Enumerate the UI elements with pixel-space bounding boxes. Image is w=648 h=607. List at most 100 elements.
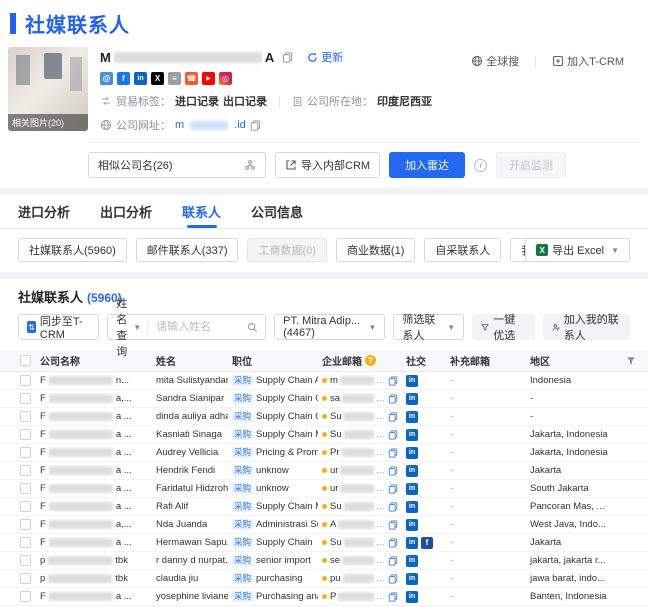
- row-checkbox[interactable]: [19, 411, 31, 422]
- tab-company-info[interactable]: 公司信息: [251, 195, 303, 228]
- global-search-link[interactable]: 全球搜: [471, 53, 519, 69]
- linkedin-icon[interactable]: in: [134, 72, 147, 85]
- blog-icon[interactable]: ≡: [168, 72, 181, 85]
- row-checkbox[interactable]: [19, 375, 31, 386]
- import-records-link[interactable]: 进口记录: [175, 93, 219, 109]
- cell-email: ur …: [318, 483, 402, 494]
- one-click-optimize-button[interactable]: 一键优选: [472, 314, 535, 342]
- copy-icon[interactable]: [250, 119, 261, 131]
- cell-extra-email: -: [450, 375, 454, 386]
- company-photo[interactable]: 相关图片(20): [8, 47, 88, 131]
- cell-company: F a ...: [40, 411, 132, 422]
- copy-icon[interactable]: [388, 591, 398, 602]
- website-link-suffix[interactable]: .id: [234, 119, 246, 131]
- divider: [279, 95, 280, 107]
- cell-social: in: [402, 464, 446, 477]
- website-row: 公司网址： m .id: [100, 117, 640, 133]
- funnel-check-icon: [481, 323, 489, 331]
- website-link-prefix[interactable]: m: [175, 119, 184, 131]
- row-checkbox[interactable]: [19, 537, 31, 548]
- company-filter-select[interactable]: PT. Mitra Adip...(4467) ▼: [274, 314, 386, 340]
- table-row: F a ... yosephine liviane 采购 Purchasing …: [0, 588, 648, 606]
- facebook-icon[interactable]: f: [421, 536, 433, 549]
- linkedin-icon[interactable]: in: [406, 590, 418, 603]
- contact-filter-select[interactable]: 筛选联系人 ▼: [393, 314, 465, 342]
- cell-social: in: [402, 374, 446, 387]
- linkedin-icon[interactable]: in: [406, 410, 418, 423]
- procurement-badge: 采购: [232, 411, 254, 422]
- linkedin-icon[interactable]: in: [406, 536, 418, 549]
- copy-icon[interactable]: [388, 447, 398, 458]
- facebook-icon[interactable]: f: [117, 72, 130, 85]
- row-checkbox[interactable]: [19, 555, 31, 566]
- import-crm-button[interactable]: 导入内部CRM: [275, 152, 381, 178]
- linkedin-icon[interactable]: in: [406, 374, 418, 387]
- cell-title: 采购 Supply Chain Assistant Man...: [232, 375, 318, 386]
- join-tcrm-link[interactable]: 加入T-CRM: [552, 53, 624, 69]
- row-checkbox[interactable]: [19, 465, 31, 476]
- row-checkbox[interactable]: [19, 483, 31, 494]
- copy-icon[interactable]: [388, 573, 398, 584]
- copy-icon[interactable]: [388, 393, 398, 404]
- row-checkbox[interactable]: [19, 393, 31, 404]
- copy-icon[interactable]: [282, 51, 293, 63]
- refresh-button[interactable]: 更新: [307, 49, 343, 65]
- x-icon[interactable]: X: [151, 72, 164, 85]
- row-checkbox[interactable]: [19, 573, 31, 584]
- linkedin-icon[interactable]: in: [406, 392, 418, 405]
- linkedin-icon[interactable]: in: [406, 428, 418, 441]
- chip-self-collected[interactable]: 自采联系人: [424, 238, 502, 262]
- linkedin-icon[interactable]: in: [406, 446, 418, 459]
- add-my-contacts-button[interactable]: 加入我的联系人: [542, 314, 630, 342]
- row-checkbox[interactable]: [19, 429, 31, 440]
- linkedin-icon[interactable]: in: [406, 572, 418, 585]
- copy-icon[interactable]: [388, 465, 398, 476]
- tab-import-analysis[interactable]: 进口分析: [18, 195, 70, 228]
- chip-social-contacts[interactable]: 社媒联系人(5960): [18, 238, 127, 262]
- copy-icon[interactable]: [388, 501, 398, 512]
- chip-commercial-data[interactable]: 商业数据(1): [335, 238, 416, 262]
- name-search-input[interactable]: [148, 321, 241, 333]
- linkedin-icon[interactable]: in: [406, 482, 418, 495]
- copy-icon[interactable]: [388, 519, 398, 530]
- location-value: 印度尼西亚: [377, 96, 432, 108]
- export-records-link[interactable]: 出口记录: [223, 93, 267, 109]
- row-checkbox[interactable]: [19, 519, 31, 530]
- trade-tag-icon: [102, 97, 110, 105]
- title-accent-bar: [10, 13, 16, 34]
- help-icon[interactable]: ?: [365, 355, 376, 366]
- sync-tcrm-button[interactable]: ⇅ 同步至T-CRM: [18, 314, 100, 341]
- filter-funnel-icon[interactable]: [626, 356, 636, 366]
- add-radar-button[interactable]: 加入雷达: [389, 152, 466, 178]
- copy-icon[interactable]: [388, 483, 398, 494]
- linkedin-icon[interactable]: in: [406, 500, 418, 513]
- tab-export-analysis[interactable]: 出口分析: [100, 195, 152, 228]
- procurement-badge: 采购: [232, 483, 254, 494]
- linkedin-icon[interactable]: in: [406, 554, 418, 567]
- instagram-icon[interactable]: ◎: [219, 72, 232, 85]
- linkedin-icon[interactable]: in: [406, 464, 418, 477]
- linkedin-icon[interactable]: in: [406, 518, 418, 531]
- copy-icon[interactable]: [388, 537, 398, 548]
- chip-email-contacts[interactable]: 邮件联系人(337): [135, 238, 239, 262]
- website-icon[interactable]: @: [100, 72, 113, 85]
- copy-icon[interactable]: [388, 375, 398, 386]
- email-redacted: [338, 592, 374, 601]
- select-all-checkbox[interactable]: [19, 355, 31, 366]
- youtube-icon[interactable]: ▶: [202, 72, 215, 85]
- info-icon[interactable]: i: [474, 158, 488, 172]
- row-checkbox[interactable]: [19, 591, 31, 602]
- copy-icon[interactable]: [388, 411, 398, 422]
- export-excel-button[interactable]: X 导出 Excel ▼: [525, 238, 630, 262]
- copy-icon[interactable]: [388, 429, 398, 440]
- globe-icon: [100, 119, 112, 131]
- cell-company: F a ...: [40, 465, 132, 476]
- search-icon[interactable]: [240, 322, 265, 333]
- row-checkbox[interactable]: [19, 447, 31, 458]
- similar-companies-button[interactable]: 相似公司名(26): [88, 152, 266, 178]
- copy-icon[interactable]: [388, 555, 398, 566]
- name-query-select[interactable]: 姓名查询 ▼: [108, 298, 149, 358]
- row-checkbox[interactable]: [19, 501, 31, 512]
- tab-contacts[interactable]: 联系人: [182, 195, 221, 228]
- phone-icon[interactable]: ☎: [185, 72, 198, 85]
